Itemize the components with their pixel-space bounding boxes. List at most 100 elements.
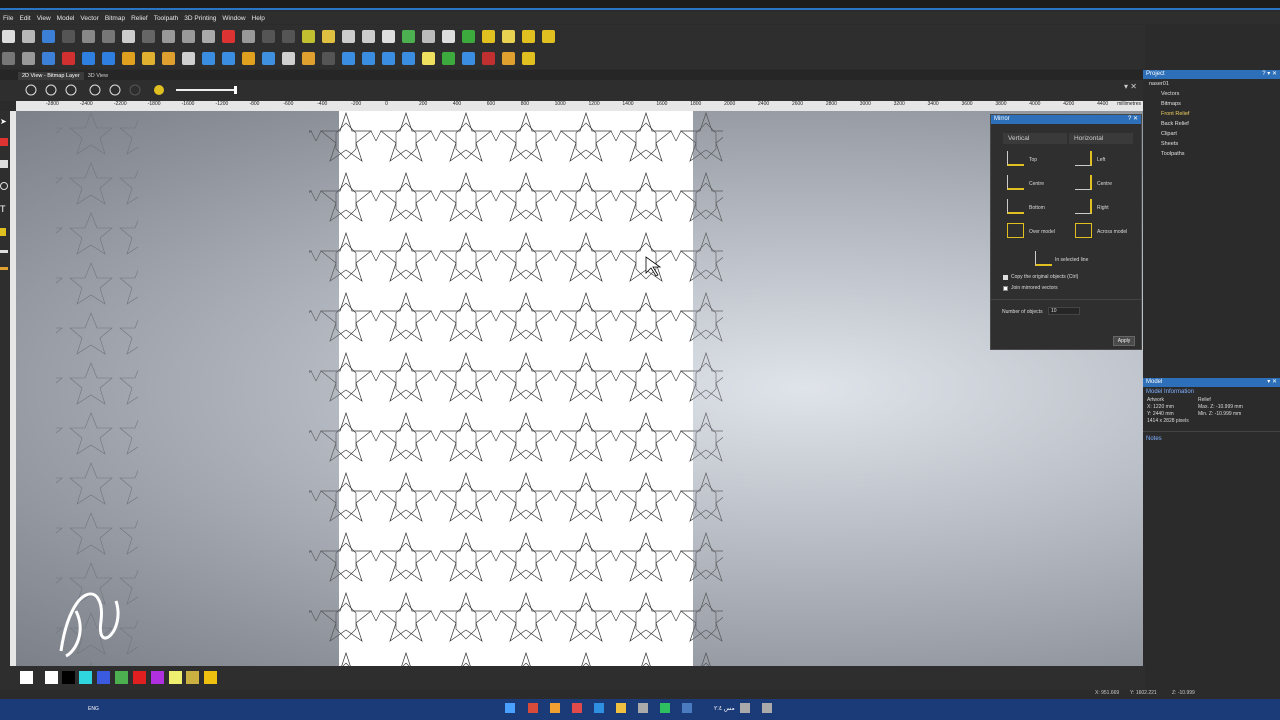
mirror-right-icon[interactable] [1075,199,1092,214]
design-canvas[interactable] [16,111,1143,666]
mirror-selected-line-button[interactable]: In selected line [1055,257,1088,263]
scale-relief-icon[interactable] [302,51,315,65]
open-file-icon[interactable] [22,29,35,43]
menu-edit[interactable]: Edit [19,15,30,22]
merge-low-icon[interactable] [262,51,275,65]
transform-icon[interactable] [242,29,255,43]
zoom-icon[interactable] [2,51,15,65]
cut-icon[interactable] [62,29,75,43]
tree-item-clipart[interactable]: Clipart [1149,129,1280,139]
eraser-icon[interactable] [62,51,75,65]
tilt-icon[interactable] [342,51,355,65]
mirror-selected-line-icon[interactable] [1035,251,1052,266]
bend-icon[interactable] [502,51,515,65]
zoom-previous-icon[interactable] [65,84,77,96]
menu-model[interactable]: Model [57,15,75,22]
windows-start-icon[interactable] [505,703,515,713]
text-tool-icon[interactable]: T [0,204,10,214]
node-edit-icon[interactable] [222,29,235,43]
join-checkbox[interactable] [1003,286,1008,291]
tree-item-front-relief[interactable]: Front Relief [1149,109,1280,119]
nodes-icon[interactable] [502,29,515,43]
mirror-centre-h-button[interactable]: Centre [1097,181,1112,187]
copy-checkbox[interactable] [1003,275,1008,280]
swatch-blue[interactable] [97,671,110,684]
bake-icon[interactable] [422,51,435,65]
layout-icon[interactable] [162,29,175,43]
mirror-centre-h-icon[interactable] [1075,175,1092,190]
whatsapp-icon[interactable] [660,703,670,713]
align-icon[interactable] [202,29,215,43]
trim-icon[interactable] [282,29,295,43]
add-relief-icon[interactable] [202,51,215,65]
zoom-box-icon[interactable] [109,84,121,96]
app-icon-7[interactable] [762,703,772,713]
mirror-left-icon[interactable] [1075,151,1092,166]
gear-icon[interactable] [22,51,35,65]
wave-icon[interactable] [542,29,555,43]
lightbulb-icon[interactable] [154,85,164,95]
sweep-icon[interactable] [102,51,115,65]
dome-icon[interactable] [162,51,175,65]
folder-icon[interactable] [322,29,335,43]
swatch-gold[interactable] [204,671,217,684]
copy-icon[interactable] [82,29,95,43]
merge-high-icon[interactable] [242,51,255,65]
add-icon[interactable] [442,51,455,65]
menu-vector[interactable]: Vector [80,15,98,22]
relief-combine-icon[interactable] [42,51,55,65]
sculpt-icon[interactable] [482,29,495,43]
weld-icon[interactable] [262,29,275,43]
mirror-relief-icon[interactable] [402,51,415,65]
undo-icon[interactable] [122,29,135,43]
offset-relief-icon[interactable] [362,51,375,65]
save-icon[interactable] [42,29,55,43]
fade-icon[interactable] [322,51,335,65]
cap-icon[interactable] [522,51,535,65]
notes-header[interactable]: Notes [1143,431,1280,446]
edge-icon[interactable] [594,703,604,713]
menu-toolpath[interactable]: Toolpath [154,15,179,22]
app-icon-1[interactable] [528,703,538,713]
tree-item-toolpaths[interactable]: Toolpaths [1149,149,1280,159]
offset-icon[interactable] [302,29,315,43]
shape-icon[interactable] [122,51,135,65]
relief-layer-icon[interactable] [182,51,195,65]
brush-icon[interactable] [0,250,8,253]
mirror-left-button[interactable]: Left [1097,157,1105,163]
split-icon[interactable] [382,51,395,65]
rectangle-tool-icon[interactable] [0,160,8,168]
app-icon-6[interactable] [740,703,750,713]
app-icon-4[interactable] [638,703,648,713]
menu-help[interactable]: Help [252,15,265,22]
extrude-icon[interactable] [82,51,95,65]
bitmap-icon[interactable] [442,29,455,43]
layer-icon[interactable] [462,29,475,43]
swatch-purple[interactable] [151,671,164,684]
apply-button[interactable]: Apply [1113,336,1135,346]
zoom-all-icon[interactable] [89,84,101,96]
swatch-yellow-light[interactable] [169,671,182,684]
mirror-over-model-icon[interactable] [1007,223,1024,238]
mirror-right-button[interactable]: Right [1097,205,1109,211]
new-file-icon[interactable] [2,29,15,43]
mirror-bottom-button[interactable]: Bottom [1029,205,1045,211]
swatch-red[interactable] [133,671,146,684]
tree-item-vectors[interactable]: Vectors [1149,89,1280,99]
group-icon[interactable] [182,29,195,43]
vector-tool-icon[interactable] [342,29,355,43]
tab-2d-view[interactable]: 2D View - Bitmap Layer [18,72,84,80]
app-icon-2[interactable] [550,703,560,713]
swatch-cyan[interactable] [79,671,92,684]
project-root[interactable]: naser01 [1149,79,1280,89]
pen-icon[interactable] [0,138,8,146]
zoom-in-icon[interactable] [25,84,37,96]
texture-icon[interactable] [142,51,155,65]
mirror-across-model-button[interactable]: Across model [1097,229,1127,235]
islamic-pattern[interactable] [339,111,693,666]
relief-tool-icon[interactable] [402,29,415,43]
tree-item-sheets[interactable]: Sheets [1149,139,1280,149]
menu-bitmap[interactable]: Bitmap [105,15,125,22]
language-indicator[interactable]: ENG [88,706,99,712]
trace-icon[interactable] [362,29,375,43]
